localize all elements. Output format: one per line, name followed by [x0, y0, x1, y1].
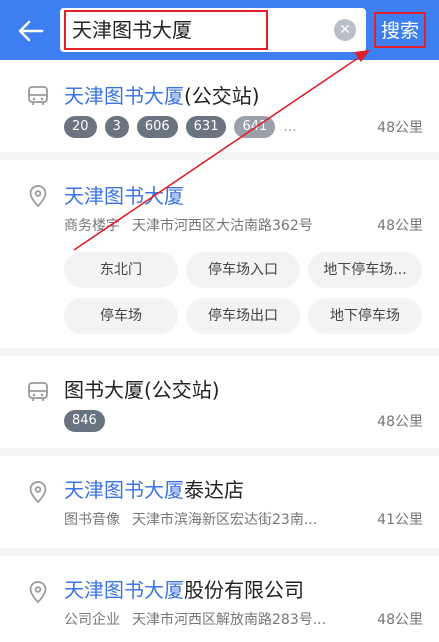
bus-lines: 846: [64, 410, 105, 432]
distance: 48公里: [377, 218, 423, 234]
bus-line-badge: 20: [64, 116, 97, 138]
location-pin-icon: [29, 185, 47, 208]
top-bar: 天津图书大厦 ✕ 搜索: [0, 0, 439, 60]
sub-poi-chip[interactable]: 东北门: [64, 252, 178, 288]
list-item[interactable]: 天津图书大厦泰达店 图书音像 天津市滨海新区宏达街23南... 41公里: [0, 456, 439, 556]
bus-line-badge: 606: [136, 116, 178, 138]
bus-lines: 20 3 606 631 641 ...: [64, 116, 297, 138]
list-item[interactable]: 天津图书大厦 商务楼宇 天津市河西区大沽南路362号 48公里 东北门 停车场入口…: [0, 160, 439, 356]
distance: 41公里: [377, 512, 423, 528]
more-lines: ...: [283, 119, 297, 135]
location-pin-icon: [29, 581, 47, 604]
sub-poi-chip[interactable]: 地下停车场: [308, 298, 422, 334]
sub-poi-chip[interactable]: 停车场入口: [186, 252, 300, 288]
results-list: 天津图书大厦(公交站) 20 3 606 631 641 ... 48公里 天津…: [0, 60, 439, 642]
result-title: 天津图书大厦股份有限公司: [64, 578, 304, 602]
distance: 48公里: [377, 414, 423, 430]
result-subtitle: 公司企业 天津市河西区解放南路283号...: [64, 612, 327, 628]
result-title: 天津图书大厦: [64, 184, 184, 208]
list-item[interactable]: 图书大厦(公交站) 846 48公里: [0, 356, 439, 456]
sub-poi-chip[interactable]: 地下停车场...: [308, 252, 422, 288]
bus-line-badge: 846: [64, 410, 105, 432]
search-annotation-box: [64, 10, 268, 50]
distance: 48公里: [377, 612, 423, 628]
bus-icon: [28, 382, 48, 401]
distance: 48公里: [377, 120, 423, 136]
result-subtitle: 图书音像 天津市滨海新区宏达街23南...: [64, 512, 318, 528]
search-input[interactable]: 天津图书大厦 ✕: [60, 8, 366, 52]
sub-poi-chips: 东北门 停车场入口 地下停车场... 停车场 停车场出口 地下停车场: [64, 252, 424, 334]
bus-line-badge: 3: [104, 116, 129, 138]
list-item[interactable]: 天津图书大厦(公交站) 20 3 606 631 641 ... 48公里: [0, 60, 439, 160]
bus-line-badge: 641: [234, 116, 276, 138]
sub-poi-chip[interactable]: 停车场出口: [186, 298, 300, 334]
result-title: 天津图书大厦(公交站): [64, 84, 260, 108]
sub-poi-chip[interactable]: 停车场: [64, 298, 178, 334]
result-title: 天津图书大厦泰达店: [64, 478, 244, 502]
clear-icon[interactable]: ✕: [334, 19, 356, 41]
location-pin-icon: [29, 481, 47, 504]
result-subtitle: 商务楼宇 天津市河西区大沽南路362号: [64, 218, 313, 234]
back-arrow-icon[interactable]: [14, 14, 48, 48]
result-title: 图书大厦(公交站): [64, 378, 220, 402]
bus-icon: [28, 86, 48, 105]
list-item[interactable]: 天津图书大厦股份有限公司 公司企业 天津市河西区解放南路283号... 48公里: [0, 556, 439, 642]
search-button[interactable]: 搜索: [374, 12, 426, 48]
bus-line-badge: 631: [185, 116, 227, 138]
